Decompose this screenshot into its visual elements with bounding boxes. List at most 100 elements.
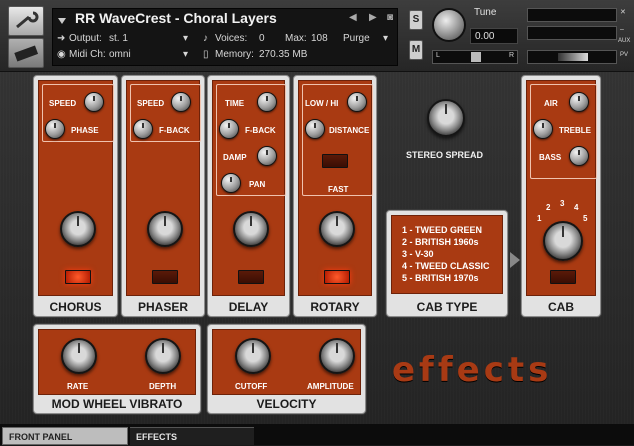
chorus-label: CHORUS	[49, 300, 102, 314]
cab-type-module: 1 - TWEED GREEN 2 - BRITISH 1960s 3 - V-…	[386, 210, 508, 317]
output-select[interactable]: st. 1	[109, 33, 128, 44]
phaser-mix-knob[interactable]	[147, 211, 183, 247]
voices-label: Voices:	[215, 33, 248, 44]
collapse-arrow-icon[interactable]	[57, 13, 67, 24]
cab-type-item[interactable]: 5 - BRITISH 1970s	[402, 272, 490, 284]
phaser-fback-knob[interactable]	[133, 119, 153, 139]
delay-label: DELAY	[228, 300, 269, 314]
next-instrument-icon[interactable]: ▶	[369, 12, 377, 23]
midi-dropdown-icon[interactable]: ▾	[183, 49, 188, 60]
velocity-cutoff-knob[interactable]	[235, 338, 271, 374]
delay-fback-knob[interactable]	[219, 119, 239, 139]
cab-scale-3: 3	[560, 199, 565, 208]
pv-button[interactable]: PV	[620, 52, 628, 58]
tab-front-panel[interactable]: FRONT PANEL	[2, 427, 128, 445]
vibrato-rate-label: RATE	[67, 382, 89, 391]
midi-channel-select[interactable]: omni	[109, 49, 131, 60]
solo-button[interactable]: S	[409, 10, 423, 30]
midi-label: Midi Ch:	[69, 49, 106, 60]
pan-handle[interactable]	[471, 52, 481, 62]
cab-enable-led[interactable]	[550, 270, 576, 284]
chorus-speed-knob[interactable]	[84, 92, 104, 112]
phaser-fback-label: F-BACK	[159, 126, 190, 135]
velocity-module: CUTOFF AMPLITUDE VELOCITY	[207, 324, 366, 414]
tune-label: Tune	[474, 7, 497, 18]
delay-enable-led[interactable]	[238, 270, 264, 284]
delay-pan-knob[interactable]	[221, 173, 241, 193]
delay-mix-knob[interactable]	[233, 211, 269, 247]
rotary-mix-knob[interactable]	[319, 211, 355, 247]
wrench-button[interactable]	[8, 6, 44, 36]
rotary-fast-button[interactable]	[322, 154, 348, 168]
vibrato-depth-label: DEPTH	[149, 382, 177, 391]
minimize-icon[interactable]: –	[620, 26, 624, 33]
velocity-amplitude-knob[interactable]	[319, 338, 355, 374]
rotary-distance-knob[interactable]	[305, 119, 325, 139]
cab-treble-knob[interactable]	[533, 119, 553, 139]
tune-knob[interactable]	[432, 8, 466, 42]
tune-value[interactable]: 0.00	[470, 28, 518, 44]
purge-menu[interactable]: Purge	[343, 33, 370, 44]
rotary-distance-label: DISTANCE	[329, 126, 370, 135]
keyboard-button[interactable]	[8, 38, 44, 68]
cab-type-item[interactable]: 2 - BRITISH 1960s	[402, 236, 490, 248]
cab-type-item[interactable]: 4 - TWEED CLASSIC	[402, 260, 490, 272]
pan-slider[interactable]: L R	[432, 50, 518, 64]
rotary-label: ROTARY	[310, 300, 360, 314]
phaser-label: PHASER	[137, 300, 188, 314]
vibrato-rate-knob[interactable]	[61, 338, 97, 374]
cab-air-knob[interactable]	[569, 92, 589, 112]
close-icon[interactable]: ✕	[620, 8, 626, 16]
mute-button[interactable]: M	[409, 40, 423, 60]
rotary-lowhi-knob[interactable]	[347, 92, 367, 112]
chorus-mix-knob[interactable]	[60, 211, 96, 247]
cab-scale-4: 4	[574, 203, 579, 212]
mod-wheel-vibrato-module: RATE DEPTH MOD WHEEL VIBRATO	[33, 324, 201, 414]
stereo-spread-knob[interactable]	[427, 99, 465, 137]
cab-bass-knob[interactable]	[569, 146, 589, 166]
phaser-module: SPEED F-BACK PHASER	[121, 75, 205, 317]
rotary-fast-label: FAST	[328, 185, 349, 194]
tab-effects[interactable]: EFFECTS	[130, 427, 254, 445]
instrument-name[interactable]: RR WaveCrest - Choral Layers	[75, 10, 277, 26]
aux-button[interactable]: AUX	[618, 38, 630, 44]
effects-logo: effects	[392, 350, 553, 390]
output-label: Output:	[69, 33, 102, 44]
cab-type-item[interactable]: 1 - TWEED GREEN	[402, 224, 490, 236]
delay-module: TIME F-BACK DAMP PAN DELAY	[207, 75, 290, 317]
delay-time-knob[interactable]	[257, 92, 277, 112]
phaser-speed-knob[interactable]	[171, 92, 191, 112]
cab-type-list[interactable]: 1 - TWEED GREEN 2 - BRITISH 1960s 3 - V-…	[391, 215, 503, 294]
cab-select-knob[interactable]	[543, 221, 583, 261]
cab-scale-5: 5	[583, 214, 588, 223]
cab-type-item[interactable]: 3 - V-30	[402, 248, 490, 260]
tab-bar: FRONT PANEL EFFECTS	[0, 424, 634, 445]
camera-icon[interactable]: ◙	[387, 12, 393, 23]
velocity-amplitude-label: AMPLITUDE	[307, 382, 354, 391]
rotary-enable-led[interactable]	[324, 270, 350, 284]
velocity-label: VELOCITY	[256, 397, 317, 411]
max-label: Max:	[285, 33, 307, 44]
chorus-speed-label: SPEED	[49, 99, 77, 108]
velocity-cutoff-label: CUTOFF	[235, 382, 268, 391]
midi-icon: ◉	[57, 49, 66, 60]
rotary-module: LOW / HI DISTANCE FAST ROTARY	[293, 75, 377, 317]
max-voices-value[interactable]: 108	[311, 33, 328, 44]
pan-left-label: L	[436, 52, 440, 59]
vibrato-depth-knob[interactable]	[145, 338, 181, 374]
chorus-module: SPEED PHASE CHORUS	[33, 75, 118, 317]
phaser-enable-led[interactable]	[152, 270, 178, 284]
stereo-spread-label: STEREO SPREAD	[406, 150, 484, 160]
mod-wheel-vibrato-label: MOD WHEEL VIBRATO	[51, 397, 183, 411]
memory-label: Memory:	[215, 49, 254, 60]
keyboard-icon	[14, 45, 39, 62]
chorus-phase-knob[interactable]	[45, 119, 65, 139]
purge-dropdown-icon[interactable]: ▾	[383, 33, 388, 44]
chorus-phase-label: PHASE	[71, 126, 99, 135]
chorus-enable-led[interactable]	[65, 270, 91, 284]
output-dropdown-icon[interactable]: ▾	[183, 33, 188, 44]
delay-damp-knob[interactable]	[257, 146, 277, 166]
volume-slider[interactable]	[527, 50, 617, 64]
memory-icon: ▯	[203, 49, 209, 60]
prev-instrument-icon[interactable]: ◀	[349, 12, 357, 23]
